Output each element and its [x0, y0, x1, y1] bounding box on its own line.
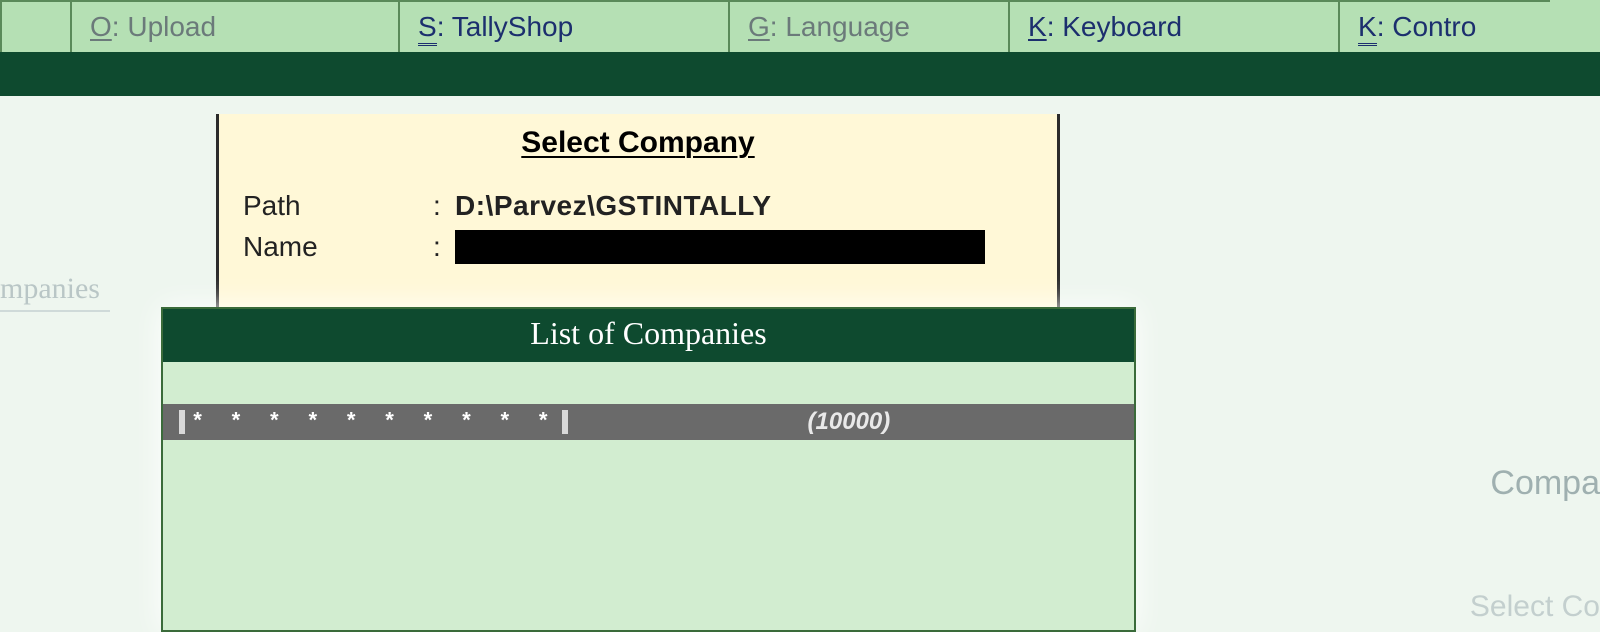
title-strip — [0, 52, 1600, 96]
company-name-masked: * * * * * * * * * * — [191, 410, 556, 435]
select-company-title: Select Company — [219, 126, 1057, 160]
menu-tallyshop[interactable]: S: TallyShop — [400, 0, 730, 52]
menu-language[interactable]: G: Language — [730, 0, 1010, 52]
company-list-item[interactable]: * * * * * * * * * * (10000) — [163, 404, 1134, 440]
path-label: Path — [243, 190, 433, 222]
menu-keyboard[interactable]: K: Keyboard — [1010, 0, 1340, 52]
path-value: D:\Parvez\GSTINTALLY — [455, 190, 772, 222]
bg-label-company-right: Compa — [1490, 464, 1600, 503]
name-row: Name : — [219, 230, 1057, 264]
path-row: Path : D:\Parvez\GSTINTALLY — [219, 190, 1057, 222]
company-list-gap — [163, 362, 1134, 404]
bg-label-companies-left: mpanies — [0, 272, 100, 306]
company-list-header: List of Companies — [163, 309, 1134, 362]
menu-upload[interactable]: O: Upload — [70, 0, 400, 52]
company-list-body — [163, 440, 1134, 630]
select-company-panel: Select Company Path : D:\Parvez\GSTINTAL… — [216, 114, 1060, 314]
menu-spacer — [0, 0, 70, 52]
company-code: (10000) — [574, 408, 1124, 436]
cursor-icon — [179, 410, 185, 434]
cursor-icon — [562, 410, 568, 434]
menu-control[interactable]: K: Contro — [1340, 0, 1550, 52]
top-menu: O: Upload S: TallyShop G: Language K: Ke… — [0, 0, 1600, 52]
name-label: Name — [243, 231, 433, 263]
company-list-panel: List of Companies * * * * * * * * * * (1… — [161, 307, 1136, 632]
company-name-input[interactable] — [455, 230, 985, 264]
